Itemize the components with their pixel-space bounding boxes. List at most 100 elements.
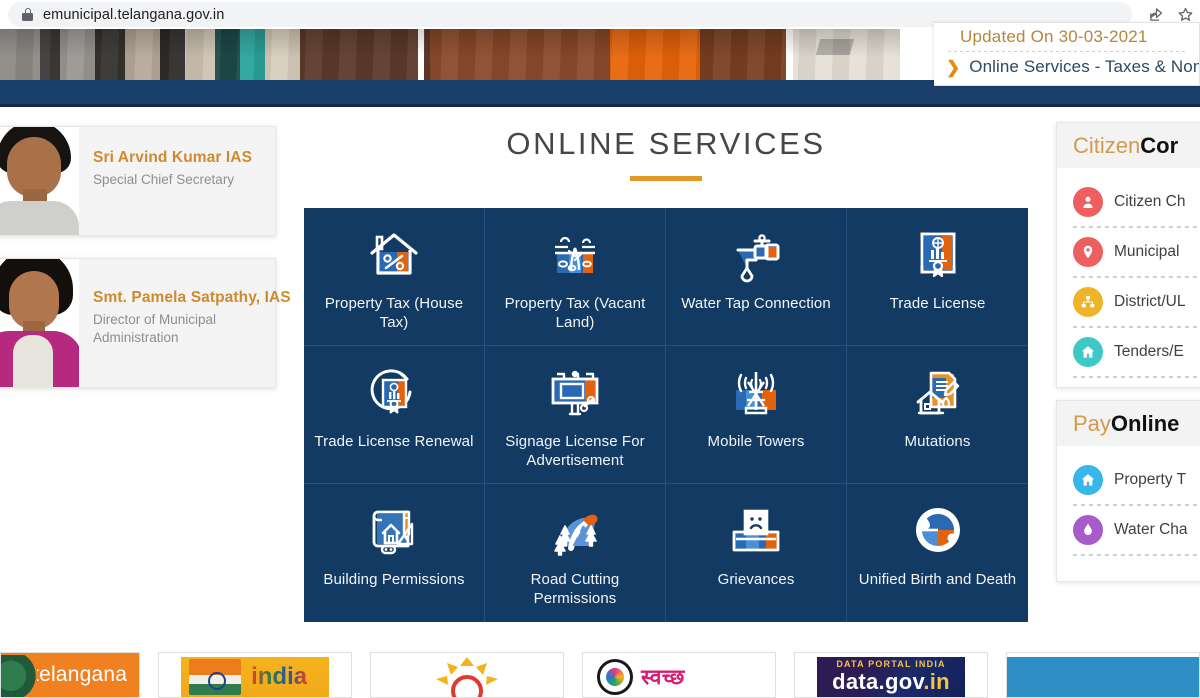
item-label: Water Cha — [1114, 521, 1188, 539]
org-chart-icon — [1073, 287, 1103, 317]
certificate-renew-icon — [360, 364, 428, 426]
colorful-circle-icon — [597, 659, 633, 695]
service-tile-label: Road Cutting Permissions — [495, 570, 655, 608]
logo-text: data.gov — [832, 669, 923, 694]
vacant-land-icon — [541, 226, 609, 288]
citizen-corner-panel: Citizen Cor Citizen Ch — [1056, 122, 1200, 388]
service-tile-property-tax-house[interactable]: Property Tax (House Tax) — [304, 208, 485, 346]
updated-on-text: Updated On 30-03-2021 — [934, 23, 1199, 49]
logo-subtitle: DATA PORTAL INDIA — [836, 659, 945, 669]
official-role: Director of Municipal Administration — [93, 311, 291, 347]
page-title: ONLINE SERVICES — [304, 126, 1028, 162]
service-tile-label: Trade License Renewal — [314, 432, 473, 451]
home-icon — [1073, 465, 1103, 495]
citizen-corner-item-citizen-charter[interactable]: Citizen Ch — [1057, 178, 1200, 226]
service-tile-building-permissions[interactable]: Building Permissions — [304, 484, 485, 622]
citizen-corner-item-tenders[interactable]: Tenders/E — [1057, 328, 1200, 376]
mutation-document-icon — [904, 364, 972, 426]
sun-logo[interactable] — [370, 652, 564, 698]
panel-header: Pay Online — [1057, 401, 1200, 446]
billboard-icon — [541, 364, 609, 426]
service-tile-label: Property Tax (Vacant Land) — [495, 294, 655, 332]
service-tile-road-cutting[interactable]: Road Cutting Permissions — [485, 484, 666, 622]
panel-title-bold: Cor — [1140, 133, 1178, 159]
pay-online-panel: Pay Online Property T Water Cha — [1056, 400, 1200, 582]
road-trees-icon — [541, 502, 609, 564]
official-card-1[interactable]: Sri Arvind Kumar IAS Special Chief Secre… — [0, 126, 276, 236]
divider — [1073, 376, 1200, 378]
service-tile-label: Trade License — [890, 294, 986, 313]
grievance-box-icon — [722, 502, 790, 564]
notice-item[interactable]: ❯ Online Services - Taxes & Non — [934, 52, 1199, 77]
partner-logo[interactable] — [1006, 652, 1200, 698]
blueprint-icon — [360, 502, 428, 564]
birth-death-icon — [904, 502, 972, 564]
citizen-corner-item-municipalities[interactable]: Municipal — [1057, 228, 1200, 276]
item-label: Municipal — [1114, 243, 1179, 261]
service-tile-trade-license-renewal[interactable]: Trade License Renewal — [304, 346, 485, 484]
service-tile-mobile-towers[interactable]: Mobile Towers — [666, 346, 847, 484]
official-name: Smt. Pamela Satpathy, IAS — [93, 289, 291, 307]
mobile-tower-icon — [722, 364, 790, 426]
emblem-icon — [0, 655, 37, 698]
pay-online-item-property-tax[interactable]: Property T — [1057, 456, 1200, 504]
water-tap-icon — [722, 226, 790, 288]
service-tile-label: Building Permissions — [323, 570, 464, 589]
item-label: Tenders/E — [1114, 343, 1184, 361]
logo-text: स्वच्छ — [641, 663, 685, 691]
service-tile-grievances[interactable]: Grievances — [666, 484, 847, 622]
official-role: Special Chief Secretary — [93, 171, 252, 189]
telangana-logo[interactable]: telangana — [0, 652, 140, 698]
banner-photo — [0, 29, 900, 80]
page-root: emunicipal.telangana.gov.in Updated On 3… — [0, 0, 1200, 698]
service-tile-property-tax-vacant[interactable]: Property Tax (Vacant Land) — [485, 208, 666, 346]
service-tile-label: Water Tap Connection — [681, 294, 831, 313]
service-tile-water-tap[interactable]: Water Tap Connection — [666, 208, 847, 346]
service-tile-label: Property Tax (House Tax) — [314, 294, 474, 332]
updates-card: Updated On 30-03-2021 ❯ Online Services … — [934, 22, 1200, 86]
notice-link-text: Online Services - Taxes & Non — [969, 57, 1200, 77]
chevron-right-icon: ❯ — [946, 59, 960, 76]
sun-icon — [434, 657, 500, 698]
pay-online-item-water-charges[interactable]: Water Cha — [1057, 506, 1200, 554]
title-underline — [630, 176, 702, 181]
logo-banner — [1007, 657, 1199, 698]
water-drop-icon — [1073, 515, 1103, 545]
lock-icon — [22, 8, 33, 21]
map-pin-icon — [1073, 237, 1103, 267]
house-percent-icon — [360, 226, 428, 288]
share-icon[interactable] — [1148, 6, 1165, 23]
panel-header: Citizen Cor — [1057, 123, 1200, 168]
service-tile-birth-death[interactable]: Unified Birth and Death — [847, 484, 1028, 622]
data-gov-logo[interactable]: DATA PORTAL INDIA data.gov.in — [794, 652, 988, 698]
logo-text: telangana — [33, 663, 127, 687]
item-label: Citizen Ch — [1114, 193, 1186, 211]
service-tile-mutations[interactable]: Mutations — [847, 346, 1028, 484]
avatar — [0, 259, 79, 387]
service-tile-label: Mobile Towers — [708, 432, 805, 451]
online-services-grid: Property Tax (House Tax) — [304, 208, 1028, 622]
item-label: Property T — [1114, 471, 1186, 489]
swachh-logo[interactable]: स्वच्छ — [582, 652, 776, 698]
citizen-corner-item-district-ulb[interactable]: District/UL — [1057, 278, 1200, 326]
official-card-2[interactable]: Smt. Pamela Satpathy, IAS Director of Mu… — [0, 258, 276, 388]
service-tile-label: Grievances — [718, 570, 795, 589]
star-icon[interactable] — [1177, 6, 1194, 23]
service-tile-label: Mutations — [905, 432, 971, 451]
divider — [1073, 554, 1200, 556]
logo-text: india — [251, 663, 307, 691]
india-gov-logo[interactable]: india — [158, 652, 352, 698]
certificate-icon — [904, 226, 972, 288]
panel-title-light: Citizen — [1073, 133, 1140, 159]
service-tile-label: Unified Birth and Death — [859, 570, 1016, 589]
india-flag-icon — [189, 659, 241, 695]
panel-title-light: Pay — [1073, 411, 1111, 437]
avatar — [0, 127, 79, 235]
item-label: District/UL — [1114, 293, 1185, 311]
home-icon — [1073, 337, 1103, 367]
panel-title-bold: Online — [1111, 411, 1179, 437]
url-text: emunicipal.telangana.gov.in — [43, 7, 224, 23]
service-tile-label: Signage License For Advertisement — [495, 432, 655, 470]
service-tile-signage-license[interactable]: Signage License For Advertisement — [485, 346, 666, 484]
service-tile-trade-license[interactable]: Trade License — [847, 208, 1028, 346]
